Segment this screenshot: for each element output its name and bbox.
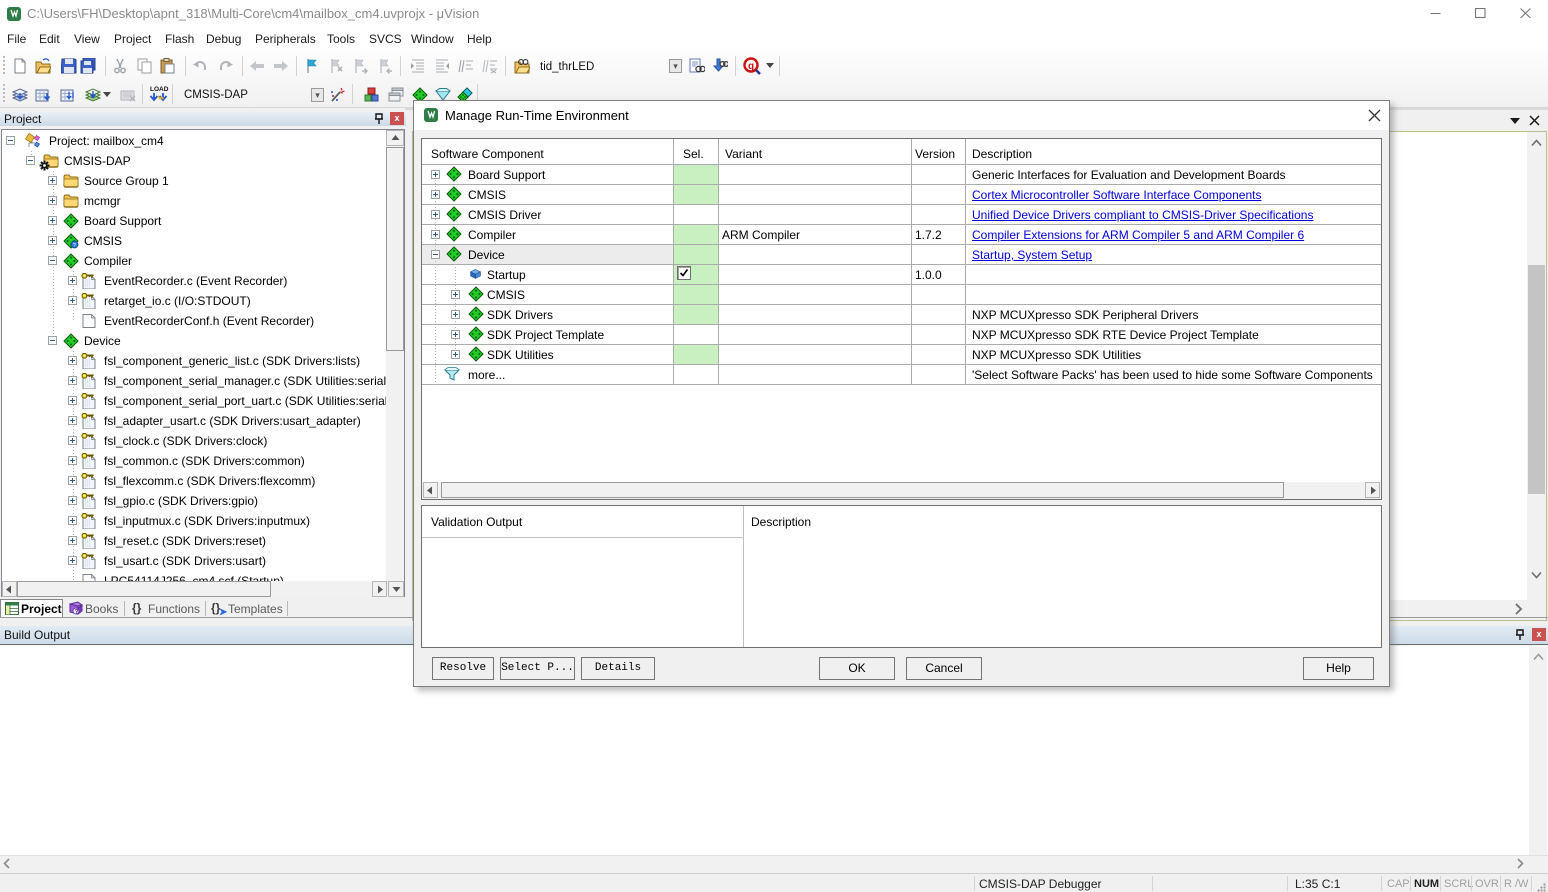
svg-text:LOAD: LOAD <box>150 86 169 93</box>
svg-text:q: q <box>748 61 754 72</box>
svg-text:?: ? <box>75 608 79 615</box>
